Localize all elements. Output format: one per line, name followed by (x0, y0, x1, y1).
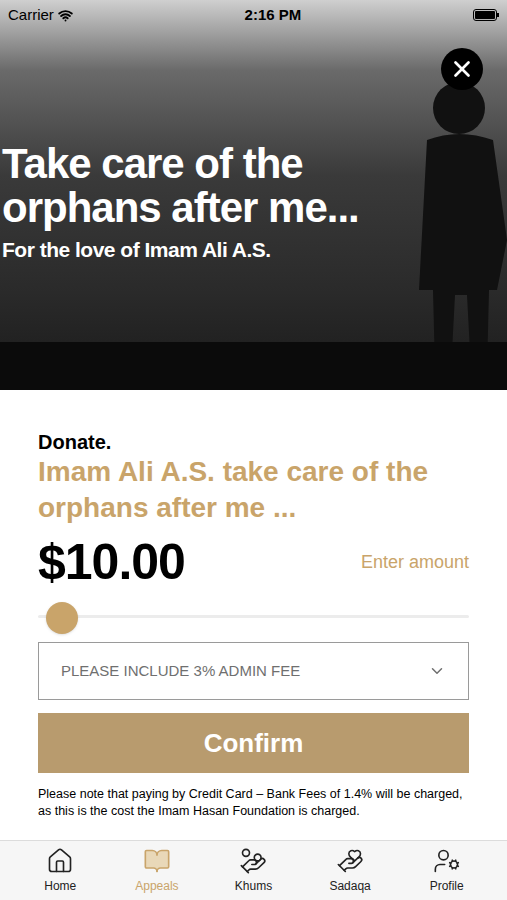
slider-thumb[interactable] (46, 602, 78, 634)
fee-select-value: PLEASE INCLUDE 3% ADMIN FEE (61, 660, 300, 683)
carrier: Carrier (8, 4, 54, 27)
app: Carrier 2:16 PM Take care of the orphans a… (0, 0, 507, 900)
fee-select[interactable]: PLEASE INCLUDE 3% ADMIN FEE (38, 642, 469, 700)
tab-label: Home (44, 877, 76, 895)
tab-label: Khums (235, 877, 272, 895)
appeals-icon (143, 847, 171, 875)
chevron-down-icon (428, 662, 446, 680)
close-button[interactable] (441, 48, 483, 90)
tab-item[interactable]: Sadaqa (310, 847, 390, 895)
profile-icon (433, 847, 461, 875)
donate-panel: Donate.Imam Ali A.S. take care of the or… (0, 390, 507, 840)
confirm-button[interactable]: Confirm (38, 713, 469, 773)
tab-item[interactable]: Profile (407, 847, 487, 895)
khums-icon (239, 847, 267, 875)
home-icon (46, 847, 74, 875)
status-bar: Carrier 2:16 PM (0, 0, 507, 30)
tab-label: Profile (430, 877, 464, 895)
wifi-icon (58, 8, 73, 23)
hero-banner: Carrier 2:16 PM Take care of the orphans a… (0, 0, 507, 390)
tab-item[interactable]: Appeals (117, 847, 197, 895)
appeal-title: Imam Ali A.S. take care of the orphans a… (38, 454, 469, 526)
amount: $10.00 (38, 530, 185, 594)
tab-item[interactable]: Home (20, 847, 100, 895)
battery-icon (473, 9, 499, 21)
enter-amount[interactable]: Enter amount (361, 549, 469, 576)
tab-bar: Home Appeals Khums Sadaqa Profile (0, 840, 507, 900)
hero-headline: Take care of the orphans after me... (2, 142, 447, 230)
tab-label: Sadaqa (329, 877, 370, 895)
sadaqa-icon (336, 847, 364, 875)
fee-note: Please note that paying by Credit Card –… (38, 786, 469, 820)
donate-label: Donate. (38, 430, 469, 454)
amount-slider[interactable] (38, 602, 469, 632)
grass (0, 342, 507, 390)
tab-item[interactable]: Khums (213, 847, 293, 895)
status-time: 2:16 PM (245, 4, 302, 27)
hero-subheadline: For the love of Imam Ali A.S. (2, 236, 447, 264)
tab-label: Appeals (135, 877, 178, 895)
close-icon (449, 56, 475, 82)
slider-track (38, 615, 469, 618)
